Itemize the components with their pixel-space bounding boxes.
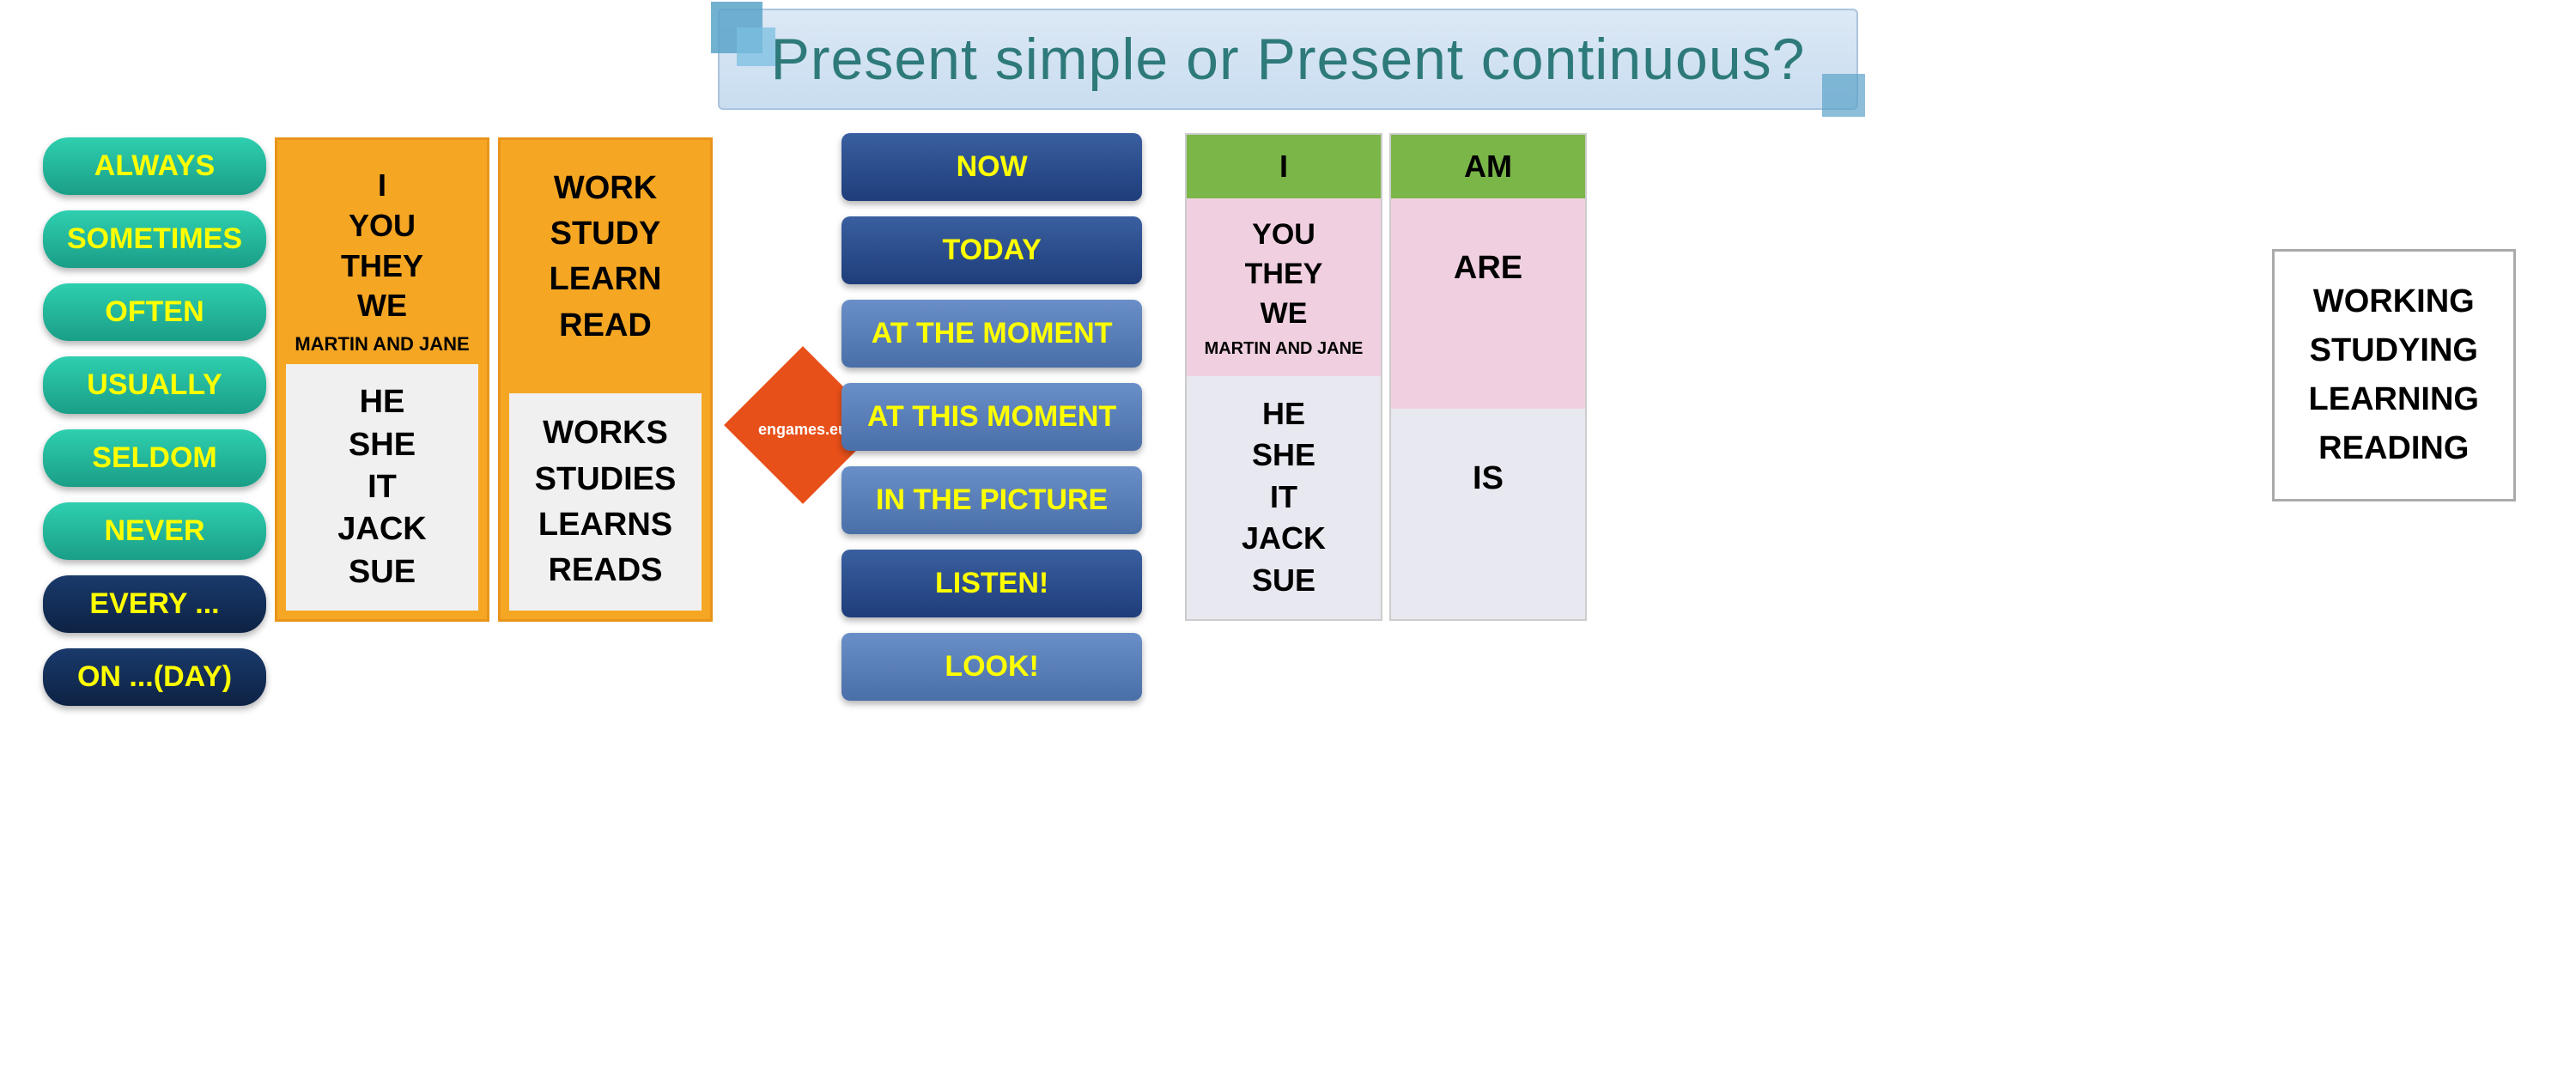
time-today[interactable]: TODAY <box>841 216 1142 284</box>
header-box: Present simple or Present continuous? <box>718 9 1859 110</box>
verb-top: WORKSTUDYLEARNREAD <box>509 149 702 393</box>
orange-boxes: IYOUTHEYWE MARTIN AND JANE HESHEITJACKSU… <box>275 137 713 622</box>
corner-decoration-tl2 <box>737 27 775 66</box>
verb-box: WORKSTUDYLEARNREAD WORKSSTUDIESLEARNSREA… <box>498 137 713 622</box>
header-area: Present simple or Present continuous? <box>129 9 2447 110</box>
adverb-always[interactable]: ALWAYS <box>43 137 266 195</box>
time-in-the-picture[interactable]: IN THE PICTURE <box>841 466 1142 534</box>
conj-body-bottom-pronouns: HESHEITJACKSUE <box>1187 376 1381 619</box>
conj-body-are: ARE <box>1391 198 1585 409</box>
subject-top: IYOUTHEYWE MARTIN AND JANE <box>286 149 478 364</box>
verb-bottom-list: WORKSSTUDIESLEARNSREADS <box>518 410 693 593</box>
ing-forms-text: WORKINGSTUDYINGLEARNINGREADING <box>2309 277 2479 473</box>
conj-col-subject: I YOUTHEYWE MARTIN AND JANE HESHEITJACKS… <box>1185 133 1382 621</box>
subject-bottom-pronouns: HESHEITJACKSUE <box>295 381 470 593</box>
adverb-every[interactable]: EVERY ... <box>43 575 266 633</box>
conj-martin-jane: MARTIN AND JANE <box>1195 339 1372 359</box>
time-buttons: NOW TODAY AT THE MOMENT AT THIS MOMENT I… <box>841 133 1142 701</box>
corner-decoration-br <box>1822 74 1865 117</box>
adverb-usually[interactable]: USUALLY <box>43 356 266 414</box>
sidebar: ALWAYS SOMETIMES OFTEN USUALLY SELDOM NE… <box>43 137 266 706</box>
subject-bottom: HESHEITJACKSUE <box>286 364 478 611</box>
subject-top-sub: MARTIN AND JANE <box>295 333 470 356</box>
verb-top-list: WORKSTUDYLEARNREAD <box>518 166 693 349</box>
conj-header-am: AM <box>1391 135 1585 198</box>
adverb-often[interactable]: OFTEN <box>43 283 266 341</box>
conj-body-top-pronouns: YOUTHEYWE MARTIN AND JANE <box>1187 198 1381 376</box>
verb-bottom: WORKSSTUDIESLEARNSREADS <box>509 393 702 611</box>
adverb-on-day[interactable]: ON ...(DAY) <box>43 648 266 706</box>
adverb-sometimes[interactable]: SOMETIMES <box>43 210 266 268</box>
conjugation-table: I YOUTHEYWE MARTIN AND JANE HESHEITJACKS… <box>1185 133 1587 621</box>
time-look[interactable]: LOOK! <box>841 633 1142 701</box>
ing-forms-box: WORKINGSTUDYINGLEARNINGREADING <box>2272 249 2516 501</box>
subject-top-pronouns: IYOUTHEYWE <box>295 166 470 326</box>
time-at-the-moment[interactable]: AT THE MOMENT <box>841 300 1142 368</box>
conj-col-verb: AM ARE IS <box>1389 133 1587 621</box>
subject-box: IYOUTHEYWE MARTIN AND JANE HESHEITJACKSU… <box>275 137 489 622</box>
time-now[interactable]: NOW <box>841 133 1142 201</box>
adverb-never[interactable]: NEVER <box>43 502 266 560</box>
time-at-this-moment[interactable]: AT THIS MOMENT <box>841 383 1142 451</box>
time-listen[interactable]: LISTEN! <box>841 550 1142 617</box>
conj-body-is: IS <box>1391 409 1585 619</box>
conj-header-i: I <box>1187 135 1381 198</box>
page-title: Present simple or Present continuous? <box>771 26 1806 93</box>
adverb-seldom[interactable]: SELDOM <box>43 429 266 487</box>
